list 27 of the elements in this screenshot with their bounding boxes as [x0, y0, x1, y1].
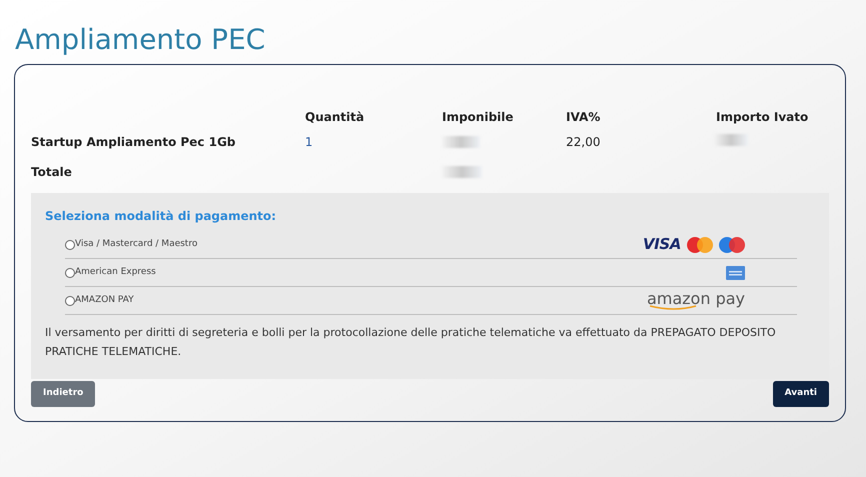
- back-button[interactable]: Indietro: [31, 381, 96, 407]
- amazon-pay-logo: amazon pay: [646, 290, 745, 310]
- radio-button[interactable]: [65, 296, 75, 306]
- payment-note: Il versamento per diritti di segreteria e bolli per la protocollazione delle pratiche telematiche va effettuato da PREPAGATO DEPOSITO PRATICHE TELEMATICHE.: [45, 325, 777, 360]
- column-header: Importo Ivato: [716, 109, 808, 126]
- radio-button[interactable]: [65, 240, 75, 250]
- quantity-value: 1: [305, 135, 313, 149]
- payment-option[interactable]: Visa / Mastercard / Maestro: [65, 238, 198, 252]
- blurred-value: [714, 134, 748, 146]
- page-title: Ampliamento PEC: [15, 22, 266, 58]
- column-header: Quantità: [305, 109, 364, 126]
- payment-title: Seleziona modalità di pagamento:: [45, 208, 276, 225]
- visa-logo: VISA: [642, 234, 681, 256]
- blurred-value: [442, 166, 482, 178]
- payment-option[interactable]: American Express: [65, 266, 156, 280]
- column-header: Imponibile: [442, 109, 514, 126]
- payment-option[interactable]: AMAZON PAY: [65, 294, 134, 308]
- row-label: Startup Ampliamento Pec 1Gb: [31, 134, 236, 151]
- next-button[interactable]: Avanti: [772, 381, 829, 407]
- blurred-value: [442, 136, 480, 148]
- vat-value: 22,00: [566, 135, 600, 149]
- row-label: Totale: [31, 164, 72, 181]
- overlapping-circles-icon: [719, 236, 745, 252]
- column-header: IVA%: [566, 109, 600, 126]
- card-icon: [726, 266, 745, 280]
- radio-button[interactable]: [65, 268, 75, 278]
- overlapping-circles-icon: [687, 236, 713, 252]
